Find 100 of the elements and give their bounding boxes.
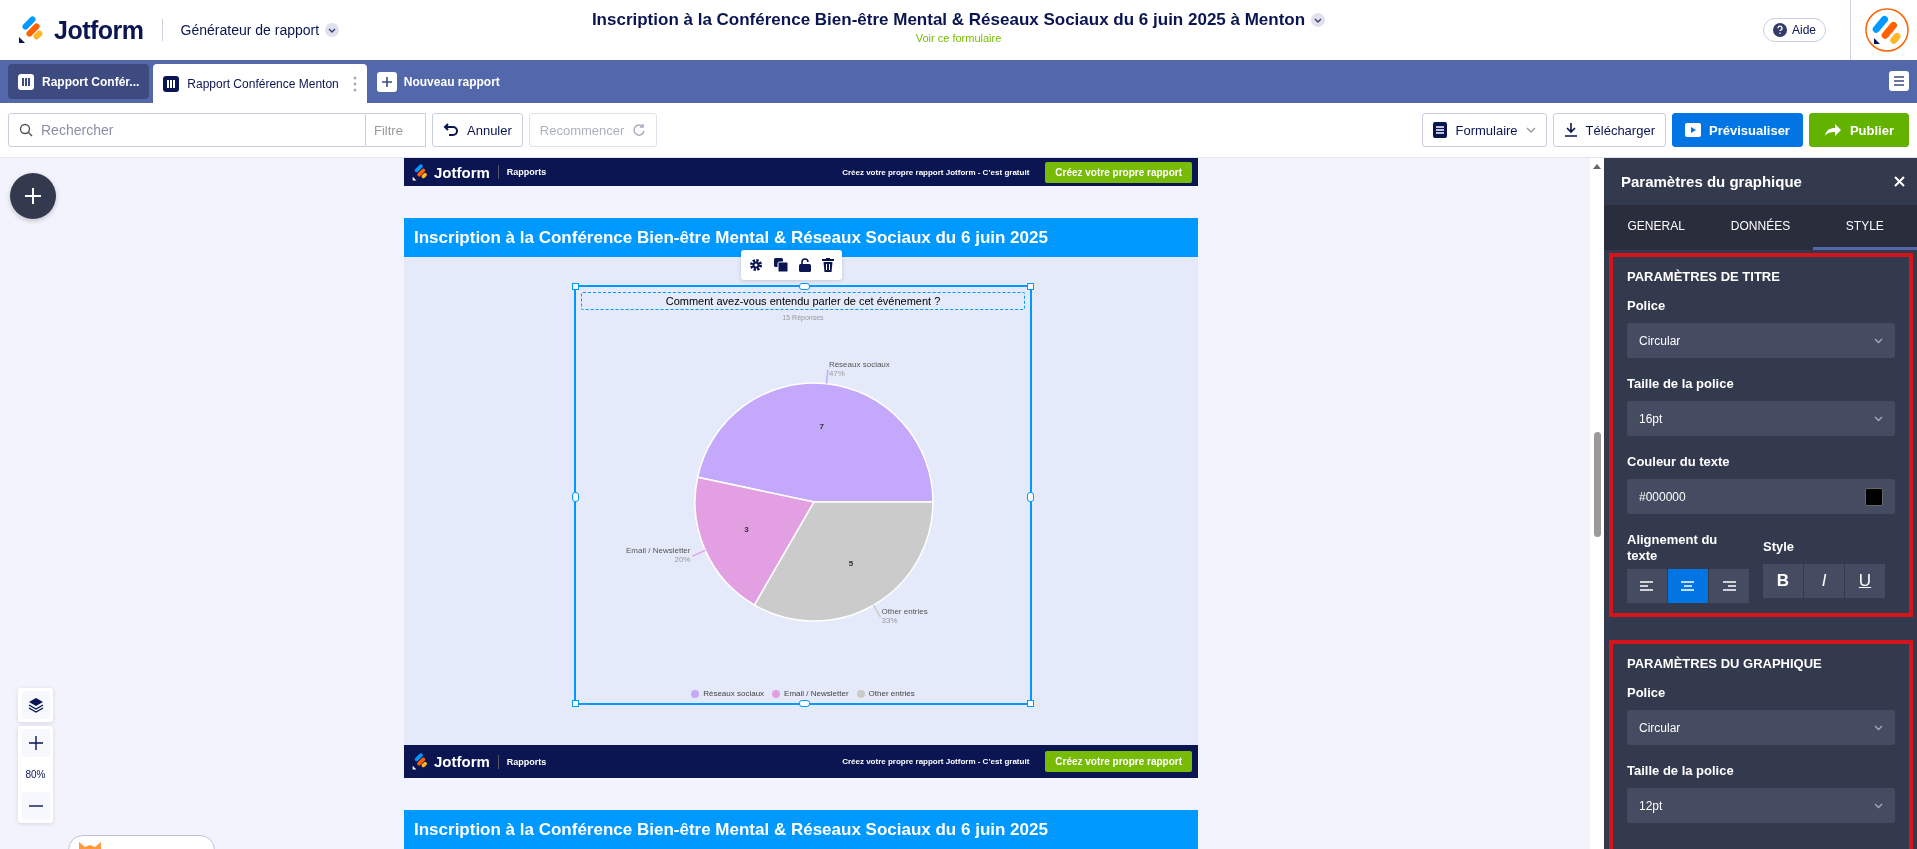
resize-handle[interactable] bbox=[1027, 283, 1034, 290]
plus-icon bbox=[28, 736, 43, 750]
resize-handle[interactable] bbox=[572, 700, 579, 707]
menu-icon[interactable] bbox=[1889, 71, 1909, 91]
chart-icon bbox=[163, 75, 180, 92]
select-field[interactable]: 12pt bbox=[1627, 788, 1895, 824]
slice-label: Other entries bbox=[881, 607, 928, 617]
field-label: Police bbox=[1627, 685, 1667, 701]
text-style-button[interactable]: B bbox=[1763, 563, 1803, 598]
scrollbar-thumb[interactable] bbox=[1593, 432, 1601, 537]
percent-label: 20% bbox=[674, 555, 691, 565]
chevron-icon[interactable] bbox=[1311, 13, 1326, 27]
field-label: Couleur du texte bbox=[1627, 454, 1731, 469]
resize-handle[interactable] bbox=[1027, 700, 1034, 707]
new-report-button[interactable]: Nouveau rapport bbox=[370, 64, 506, 99]
trash-icon[interactable] bbox=[822, 258, 834, 272]
panel-tab[interactable]: DONNÉES bbox=[1708, 205, 1813, 250]
panel-tab[interactable]: GENERAL bbox=[1604, 205, 1709, 250]
resize-handle[interactable] bbox=[572, 492, 579, 502]
align-button[interactable] bbox=[1668, 569, 1708, 604]
plus-icon bbox=[24, 187, 42, 205]
chevron-icon bbox=[1874, 337, 1883, 344]
chevron-icon bbox=[1874, 415, 1883, 422]
chevron-icon bbox=[1874, 802, 1883, 809]
logo-text: Jotform bbox=[434, 163, 490, 181]
align-icon bbox=[1722, 581, 1736, 592]
chart-title[interactable]: Comment avez-vous entendu parler de cet événement ? bbox=[581, 292, 1025, 310]
report-tab[interactable]: Rapport Conférence Menton bbox=[153, 64, 367, 103]
chart-icon bbox=[18, 73, 34, 90]
select-field[interactable]: Circular bbox=[1627, 323, 1895, 358]
banner-label: Rapports bbox=[506, 756, 547, 767]
resize-handle[interactable] bbox=[799, 700, 810, 707]
field-label: Style bbox=[1763, 539, 1796, 555]
add-element-button[interactable] bbox=[10, 173, 56, 219]
align-icon bbox=[1681, 581, 1695, 592]
resize-handle[interactable] bbox=[799, 283, 810, 290]
unlock-icon[interactable] bbox=[799, 258, 811, 272]
pie-slice[interactable] bbox=[753, 501, 934, 622]
help-icon bbox=[1772, 23, 1787, 37]
document-icon bbox=[1433, 122, 1448, 138]
percent-label: 33% bbox=[881, 616, 898, 626]
form-title: Inscription à la Conférence Bien-être Mental & Réseaux Sociaux du 6 juin 2025 à Menton bbox=[591, 10, 1306, 30]
pie-slice[interactable] bbox=[696, 382, 934, 503]
undo-icon bbox=[443, 123, 459, 137]
logo-text: Jotform bbox=[434, 753, 490, 770]
data-label: 5 bbox=[848, 558, 854, 568]
chevron-icon bbox=[1525, 127, 1536, 133]
logo-text: Jotform bbox=[54, 15, 144, 45]
legend-label[interactable]: Réseaux sociaux bbox=[703, 689, 765, 698]
layers-button[interactable] bbox=[21, 691, 50, 719]
chevron-icon bbox=[1874, 724, 1883, 731]
avatar-icon[interactable] bbox=[1865, 8, 1909, 52]
percent-label: 47% bbox=[828, 368, 845, 378]
undo-button[interactable]: Annuler bbox=[432, 113, 523, 147]
text-style-button[interactable]: U bbox=[1845, 563, 1885, 598]
search-field[interactable]: Rechercher bbox=[8, 113, 366, 147]
resize-handle[interactable] bbox=[1027, 492, 1034, 502]
field-label: Police bbox=[1627, 298, 1667, 313]
resize-handle[interactable] bbox=[572, 283, 579, 290]
section-heading: PARAMÈTRES DU GRAPHIQUE bbox=[1627, 656, 1823, 672]
chevron-icon bbox=[325, 23, 340, 37]
align-button[interactable] bbox=[1709, 569, 1749, 604]
leader-line bbox=[872, 604, 882, 618]
download-button[interactable]: Télécharger bbox=[1552, 113, 1666, 147]
text-style-button[interactable]: I bbox=[1804, 563, 1844, 598]
duplicate-icon[interactable] bbox=[774, 258, 788, 272]
select-field[interactable]: Circular bbox=[1627, 710, 1895, 746]
play-icon bbox=[1684, 123, 1701, 137]
legend-label[interactable]: Other entries bbox=[868, 689, 915, 698]
report-heading: Inscription à la Conférence Bien-être Mental & Réseaux Sociaux du 6 juin 2025 bbox=[404, 810, 1198, 849]
product-menu[interactable]: Générateur de rapport bbox=[180, 22, 340, 38]
settings-icon[interactable] bbox=[749, 258, 763, 272]
preview-button[interactable]: Prévisualiser bbox=[1671, 113, 1803, 147]
panel-tab[interactable]: STYLE bbox=[1812, 205, 1917, 250]
download-icon bbox=[1563, 122, 1578, 138]
form-dropdown[interactable]: Formulaire bbox=[1422, 113, 1547, 147]
panel-title: Paramètres du graphique bbox=[1621, 173, 1802, 190]
report-heading: Inscription à la Conférence Bien-être Mental & Réseaux Sociaux du 6 juin 2025 bbox=[404, 218, 1198, 257]
search-icon bbox=[19, 123, 33, 137]
promo-text: Créez votre propre rapport Jotform - C’est gratuit bbox=[842, 167, 1030, 177]
redo-icon bbox=[632, 123, 647, 137]
leader-line bbox=[825, 369, 829, 385]
scroll-up-icon[interactable] bbox=[1592, 162, 1602, 170]
select-field[interactable]: 16pt bbox=[1627, 401, 1895, 436]
more-icon[interactable] bbox=[352, 75, 357, 92]
slice-label: Réseaux sociaux bbox=[828, 359, 890, 369]
report-tab[interactable]: Rapport Confér... bbox=[8, 64, 150, 99]
field-label: Taille de la police bbox=[1627, 763, 1735, 779]
slice-label: Email / Newsletter bbox=[626, 546, 691, 556]
color-field[interactable]: #000000 bbox=[1627, 479, 1895, 514]
scrollbar[interactable] bbox=[1590, 158, 1604, 849]
layers-icon bbox=[27, 697, 44, 713]
logo-icon bbox=[18, 16, 44, 44]
legend-label[interactable]: Email / Newsletter bbox=[784, 689, 849, 698]
data-label: 7 bbox=[819, 421, 824, 431]
zoom-out-button[interactable] bbox=[21, 792, 50, 820]
zoom-in-button[interactable] bbox=[21, 729, 50, 757]
align-button[interactable] bbox=[1627, 569, 1667, 604]
close-icon[interactable] bbox=[1894, 176, 1905, 187]
pie-slice[interactable] bbox=[694, 476, 815, 606]
